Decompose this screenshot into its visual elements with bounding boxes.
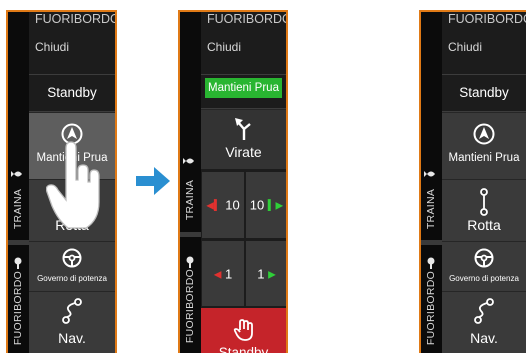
standby-button[interactable]: Standby <box>29 85 115 100</box>
port-1-button[interactable]: ◀ 1 <box>202 241 244 306</box>
steering-wheel-icon <box>474 248 494 268</box>
side-strip: TRAINA FUORIBORDO <box>180 12 201 353</box>
route-icon <box>480 188 488 216</box>
autopilot-panel-before: TRAINA FUORIBORDO FUORIBORDO Chiudi Stan… <box>6 10 117 353</box>
turn-pattern-button[interactable]: Virate <box>201 109 286 169</box>
port-arrow-icon: ◀ <box>213 269 222 280</box>
side-strip: TRAINA FUORIBORDO <box>421 12 442 353</box>
pin-icon <box>427 257 435 269</box>
side-label-traina[interactable]: TRAINA <box>425 189 437 229</box>
route-button[interactable]: Rotta <box>442 179 526 241</box>
side-label-traina[interactable]: TRAINA <box>12 189 24 229</box>
standby-label: Standby <box>218 345 269 353</box>
pin-icon <box>14 257 22 269</box>
starboard-10-label: 10 <box>249 197 265 213</box>
route-label: Rotta <box>467 217 501 233</box>
autopilot-panel-after: TRAINA FUORIBORDO FUORIBORDO Chiudi Mant… <box>178 10 288 353</box>
port-10-label: 10 <box>225 197 240 213</box>
compass-arrow-icon <box>473 123 495 145</box>
side-label-traina[interactable]: TRAINA <box>184 180 196 220</box>
panel-title: FUORIBORDO <box>207 12 288 26</box>
hand-stop-icon <box>233 319 253 341</box>
turn-label: Virate <box>225 144 262 160</box>
power-steering-label: Governo di potenza <box>449 274 519 283</box>
tapping-hand-icon <box>46 141 100 229</box>
waypoint-route-icon <box>474 298 494 324</box>
nav-label: Nav. <box>470 330 498 346</box>
fishing-icon <box>183 158 194 164</box>
starboard-10-button[interactable]: 10 ▍▶ <box>246 172 286 238</box>
steering-wheel-icon <box>62 248 82 268</box>
power-steering-button[interactable]: Governo di potenza <box>442 241 526 291</box>
panel-title: FUORIBORDO <box>35 12 117 26</box>
fishing-icon <box>11 171 22 177</box>
port-10-button[interactable]: ◀▍ 10 <box>202 172 244 238</box>
starboard-1-label: 1 <box>257 266 265 281</box>
turn-arrow-icon <box>234 118 251 140</box>
starboard-arrow-icon: ▍▶ <box>267 200 284 212</box>
standby-button[interactable]: Standby <box>201 308 286 353</box>
side-label-fuoribordo[interactable]: FUORIBORDO <box>12 271 24 345</box>
close-button[interactable]: Chiudi <box>207 40 241 54</box>
power-steering-button[interactable]: Governo di potenza <box>29 241 115 291</box>
fishing-icon <box>424 171 435 177</box>
close-button[interactable]: Chiudi <box>448 40 482 54</box>
side-label-fuoribordo[interactable]: FUORIBORDO <box>184 269 196 343</box>
heading-hold-label: Mantieni Prua <box>448 152 520 164</box>
standby-button[interactable]: Standby <box>442 85 526 100</box>
side-label-fuoribordo[interactable]: FUORIBORDO <box>425 271 437 345</box>
close-button[interactable]: Chiudi <box>35 40 69 54</box>
power-steering-label: Governo di potenza <box>37 274 107 283</box>
port-arrow-icon: ◀▍ <box>206 200 222 212</box>
arrow-right-icon <box>136 167 170 195</box>
nav-label: Nav. <box>58 330 86 346</box>
active-mode-badge: Mantieni Prua <box>205 78 282 98</box>
pin-icon <box>186 256 194 268</box>
starboard-1-button[interactable]: 1 ▶ <box>246 241 286 306</box>
nav-button[interactable]: Nav. <box>29 291 115 353</box>
panel-title: FUORIBORDO <box>448 12 526 26</box>
waypoint-route-icon <box>62 298 82 324</box>
side-strip: TRAINA FUORIBORDO <box>8 12 29 353</box>
heading-hold-button[interactable]: Mantieni Prua <box>442 112 526 179</box>
port-1-label: 1 <box>225 266 233 281</box>
nav-button[interactable]: Nav. <box>442 291 526 353</box>
autopilot-panel-menu: TRAINA FUORIBORDO FUORIBORDO Chiudi Stan… <box>419 10 526 353</box>
starboard-arrow-icon: ▶ <box>268 269 276 280</box>
